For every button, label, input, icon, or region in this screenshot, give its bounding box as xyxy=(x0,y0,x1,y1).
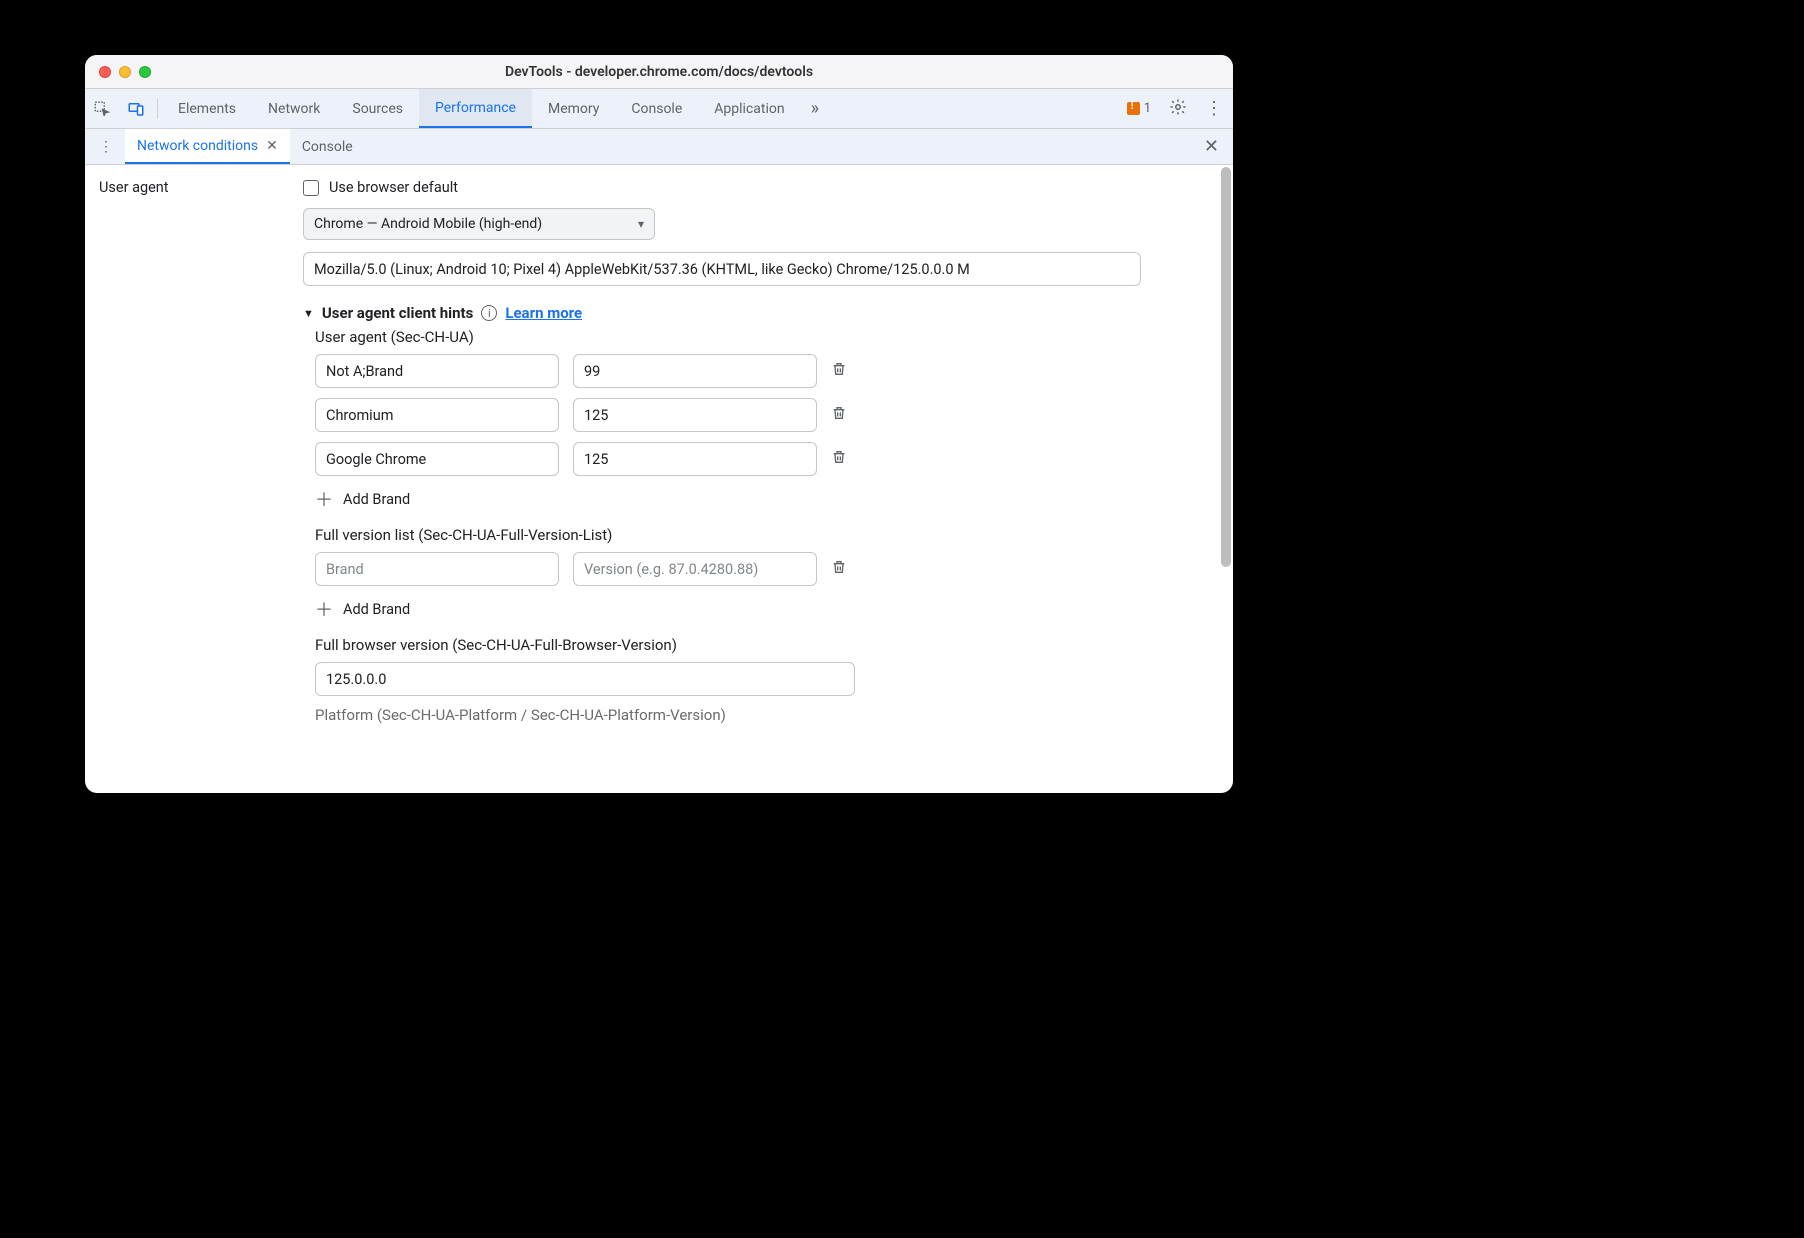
add-brand-button[interactable]: ＋ Add Brand xyxy=(315,486,1215,512)
ua-preset-value: Chrome — Android Mobile (high-end) xyxy=(314,216,542,232)
drawer-tab-label: Console xyxy=(302,139,353,155)
warning-icon xyxy=(1127,102,1140,115)
version-input[interactable]: 99 xyxy=(573,354,817,388)
titlebar: DevTools - developer.chrome.com/docs/dev… xyxy=(85,55,1233,89)
drawer-tab-network-conditions[interactable]: Network conditions ✕ xyxy=(125,129,290,164)
delete-brand-icon[interactable] xyxy=(831,449,849,469)
learn-more-link[interactable]: Learn more xyxy=(505,304,582,322)
issues-count: 1 xyxy=(1144,101,1151,116)
tab-console[interactable]: Console xyxy=(615,89,698,128)
client-hints-header[interactable]: ▼ User agent client hints i Learn more xyxy=(303,304,1215,322)
disclosure-triangle-icon: ▼ xyxy=(303,307,314,320)
ua-preset-select[interactable]: Chrome — Android Mobile (high-end) ▾ xyxy=(303,208,655,240)
tab-memory[interactable]: Memory xyxy=(532,89,615,128)
info-icon[interactable]: i xyxy=(481,305,497,321)
close-drawer-icon[interactable]: ✕ xyxy=(1190,136,1233,157)
full-version-brand-input[interactable]: Brand xyxy=(315,552,559,586)
tab-application[interactable]: Application xyxy=(698,89,800,128)
version-value: 125 xyxy=(584,451,608,468)
full-version-version-input[interactable]: Version (e.g. 87.0.4280.88) xyxy=(573,552,817,586)
separator xyxy=(157,99,158,119)
content-area: User agent Use browser default Chrome — … xyxy=(85,165,1233,793)
platform-label-cut: Platform (Sec-CH-UA-Platform / Sec-CH-UA… xyxy=(315,706,1215,724)
brand-row: Not A;Brand 99 xyxy=(315,354,1215,388)
device-toolbar-icon[interactable] xyxy=(119,100,153,118)
tab-sources[interactable]: Sources xyxy=(336,89,419,128)
panel-tabs: Elements Network Sources Performance Mem… xyxy=(162,89,801,128)
delete-brand-icon[interactable] xyxy=(831,361,849,381)
devtools-window: DevTools - developer.chrome.com/docs/dev… xyxy=(85,55,1233,793)
sec-ch-ua-label: User agent (Sec-CH-UA) xyxy=(315,328,1215,346)
delete-full-version-icon[interactable] xyxy=(831,559,849,579)
section-label: User agent xyxy=(85,165,303,793)
window-title: DevTools - developer.chrome.com/docs/dev… xyxy=(85,64,1233,80)
user-agent-panel: Use browser default Chrome — Android Mob… xyxy=(303,165,1233,793)
brand-input[interactable]: Chromium xyxy=(315,398,559,432)
tab-network[interactable]: Network xyxy=(252,89,336,128)
brand-value: Google Chrome xyxy=(326,451,426,468)
chevron-down-icon: ▾ xyxy=(638,217,644,231)
close-tab-icon[interactable]: ✕ xyxy=(266,138,278,154)
tab-performance[interactable]: Performance xyxy=(419,89,532,128)
plus-icon: ＋ xyxy=(315,596,333,622)
brand-row: Google Chrome 125 xyxy=(315,442,1215,476)
add-brand-label: Add Brand xyxy=(343,601,410,618)
placeholder-text: Version (e.g. 87.0.4280.88) xyxy=(584,561,758,578)
delete-brand-icon[interactable] xyxy=(831,405,849,425)
client-hints-title: User agent client hints xyxy=(322,304,473,322)
version-value: 99 xyxy=(584,363,600,380)
brand-input[interactable]: Google Chrome xyxy=(315,442,559,476)
drawer-tab-console[interactable]: Console xyxy=(290,129,365,164)
ua-string-input[interactable]: Mozilla/5.0 (Linux; Android 10; Pixel 4)… xyxy=(303,252,1141,286)
more-options-icon[interactable]: ⋮ xyxy=(1195,98,1233,119)
issues-badge[interactable]: 1 xyxy=(1127,101,1151,116)
brand-row: Chromium 125 xyxy=(315,398,1215,432)
more-tabs-icon[interactable]: » xyxy=(801,98,829,119)
version-input[interactable]: 125 xyxy=(573,398,817,432)
plus-icon: ＋ xyxy=(315,486,333,512)
full-browser-version-label: Full browser version (Sec-CH-UA-Full-Bro… xyxy=(315,636,1215,654)
scrollbar[interactable] xyxy=(1221,167,1231,567)
placeholder-text: Brand xyxy=(326,561,364,578)
settings-icon[interactable] xyxy=(1161,98,1195,120)
brand-input[interactable]: Not A;Brand xyxy=(315,354,559,388)
use-browser-default-label: Use browser default xyxy=(329,179,458,196)
add-brand-label: Add Brand xyxy=(343,491,410,508)
brand-value: Not A;Brand xyxy=(326,363,403,380)
main-toolbar: Elements Network Sources Performance Mem… xyxy=(85,89,1233,129)
brand-value: Chromium xyxy=(326,407,393,424)
tab-elements[interactable]: Elements xyxy=(162,89,252,128)
full-browser-version-value: 125.0.0.0 xyxy=(326,671,386,688)
version-input[interactable]: 125 xyxy=(573,442,817,476)
version-value: 125 xyxy=(584,407,608,424)
use-browser-default-checkbox[interactable] xyxy=(303,180,319,196)
full-version-row: Brand Version (e.g. 87.0.4280.88) xyxy=(315,552,1215,586)
inspect-element-icon[interactable] xyxy=(85,100,119,118)
add-full-version-brand-button[interactable]: ＋ Add Brand xyxy=(315,596,1215,622)
drawer-more-icon[interactable]: ⋮ xyxy=(85,129,125,164)
ua-string-value: Mozilla/5.0 (Linux; Android 10; Pixel 4)… xyxy=(314,261,970,278)
full-version-list-label: Full version list (Sec-CH-UA-Full-Versio… xyxy=(315,526,1215,544)
drawer-tabbar: ⋮ Network conditions ✕ Console ✕ xyxy=(85,129,1233,165)
full-browser-version-input[interactable]: 125.0.0.0 xyxy=(315,662,855,696)
drawer-tab-label: Network conditions xyxy=(137,138,258,154)
